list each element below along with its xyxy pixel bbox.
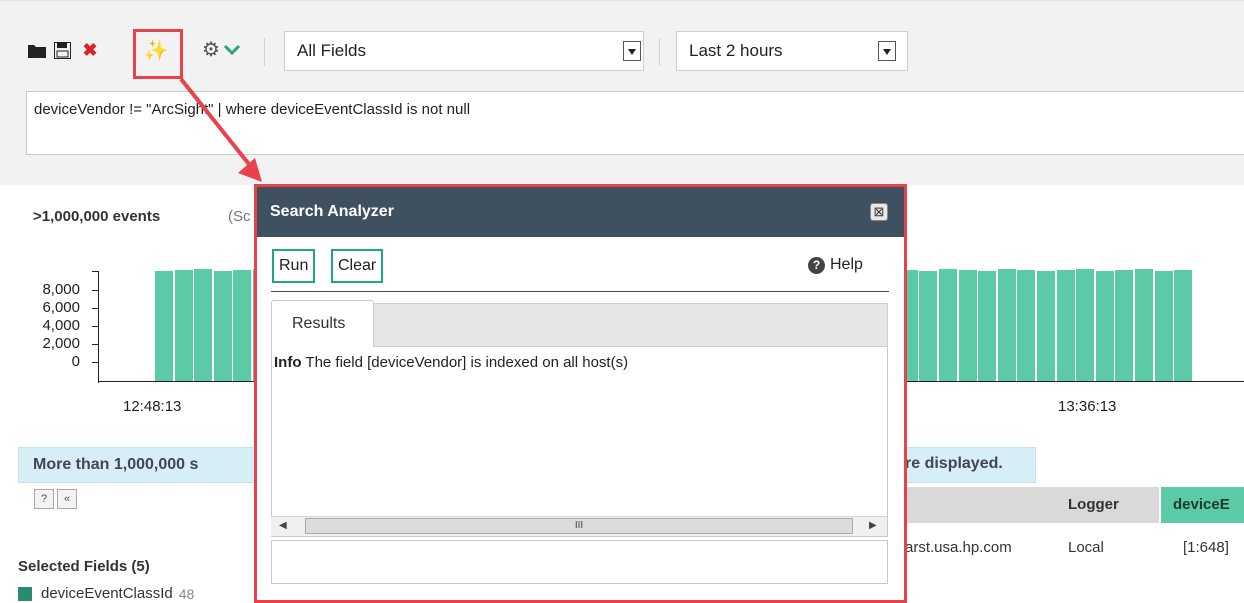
help-icon: ? — [808, 256, 825, 274]
analyzer-output-field[interactable] — [271, 540, 888, 584]
scroll-left-icon[interactable]: ◀ — [279, 520, 287, 531]
divider — [271, 291, 889, 292]
help-label: Help — [830, 256, 863, 273]
tab-results[interactable]: Results — [271, 300, 374, 348]
run-button[interactable]: Run — [272, 249, 316, 283]
help-link[interactable]: ? Help — [808, 256, 863, 274]
results-message: Info The field [deviceVendor] is indexed… — [274, 354, 628, 371]
info-label: Info — [274, 354, 302, 371]
clear-button[interactable]: Clear — [331, 249, 384, 283]
close-icon[interactable]: ⊠ — [870, 203, 888, 221]
search-analyzer-dialog: Search Analyzer ⊠ Run Clear ? Help Resul… — [254, 184, 907, 603]
info-text: The field [deviceVendor] is indexed on a… — [305, 354, 629, 371]
scrollbar-thumb[interactable]: III — [305, 518, 853, 534]
scroll-right-icon[interactable]: ▶ — [869, 520, 877, 531]
results-panel — [271, 347, 888, 537]
dialog-title: Search Analyzer — [257, 187, 904, 237]
